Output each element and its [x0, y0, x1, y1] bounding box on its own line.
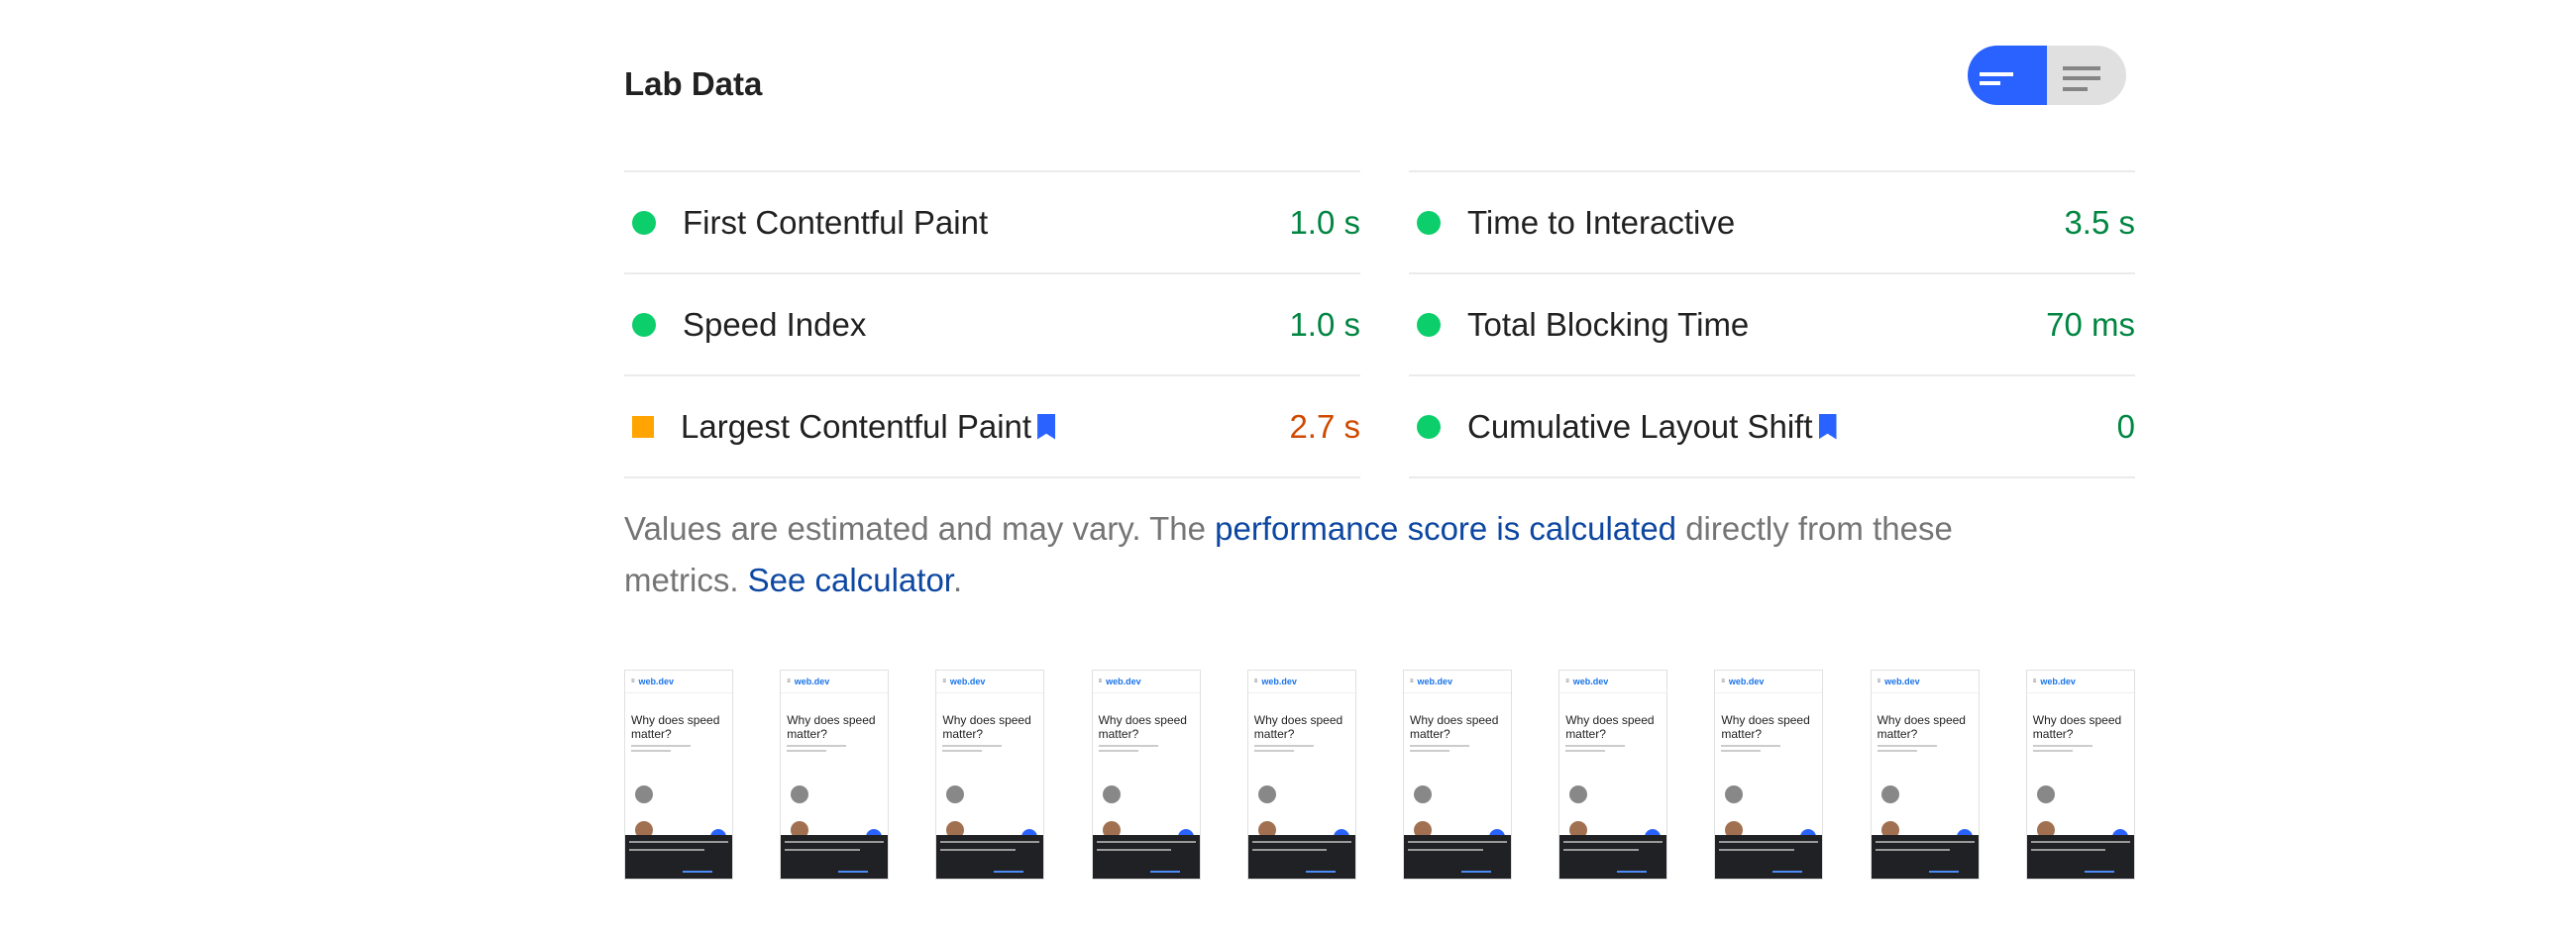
metric-value: 1.0 s [1289, 203, 1360, 241]
metric-name: Total Blocking Time [1467, 306, 2046, 344]
metric-row: Time to Interactive 3.5 s [1409, 170, 2135, 272]
filmstrip-frame: ≡ web.dev Why does speed matter? [1714, 670, 1824, 880]
average-square-icon [632, 415, 654, 438]
note-text: Values are estimated and may vary. The [624, 510, 1216, 547]
performance-score-link[interactable]: performance score is calculated [1215, 510, 1676, 547]
thumb-logo: web.dev [638, 677, 675, 686]
bookmark-icon[interactable] [1818, 413, 1837, 440]
thumb-heading: Why does speed matter? [631, 713, 720, 741]
metric-label: First Contentful Paint [683, 203, 989, 241]
cookie-banner [781, 835, 889, 879]
pass-circle-icon [632, 312, 656, 337]
avatar [1569, 785, 1588, 803]
thumb-logo: web.dev [949, 677, 986, 686]
section-title: Lab Data [624, 65, 763, 102]
cookie-banner [1092, 835, 1200, 879]
thumb-logo: web.dev [794, 677, 830, 686]
metric-row: Speed Index 1.0 s [624, 272, 1360, 374]
cookie-banner [1559, 835, 1667, 879]
metric-name: Time to Interactive [1467, 204, 2064, 242]
filmstrip-frame: ≡ web.dev Why does speed matter? [1246, 670, 1356, 880]
thumb-logo: web.dev [1884, 677, 1920, 686]
pass-circle-icon [632, 210, 656, 235]
metric-label: Largest Contentful Paint [681, 407, 1032, 445]
filmstrip-frame: ≡ web.dev Why does speed matter? [1558, 670, 1668, 880]
avatar [1414, 785, 1432, 803]
avatar [1880, 785, 1899, 803]
filmstrip-frame: ≡ web.dev Why does speed matter? [1403, 670, 1512, 880]
metric-row: First Contentful Paint 1.0 s [624, 170, 1360, 272]
note-text: . [952, 562, 963, 598]
metric-name: Speed Index [683, 306, 1289, 344]
thumb-logo: web.dev [1572, 677, 1609, 686]
metric-value: 1.0 s [1289, 305, 1360, 343]
thumb-heading: Why does speed matter? [942, 713, 1031, 741]
filmstrip-frame: ≡ web.dev Why does speed matter? [624, 670, 733, 880]
metric-row: Largest Contentful Paint 2.7 s [624, 374, 1360, 478]
metrics-note: Values are estimated and may vary. The p… [624, 503, 2031, 606]
thumb-heading: Why does speed matter? [1565, 713, 1655, 741]
pass-circle-icon [1417, 210, 1441, 235]
cookie-banner [1247, 835, 1355, 879]
metric-row: Total Blocking Time 70 ms [1409, 272, 2135, 374]
metric-label: Time to Interactive [1467, 203, 1736, 241]
metric-value: 70 ms [2046, 305, 2135, 343]
cookie-banner [1404, 835, 1511, 879]
thumb-heading: Why does speed matter? [1253, 713, 1343, 741]
thumb-logo: web.dev [1728, 677, 1765, 686]
filmstrip-frame: ≡ web.dev Why does speed matter? [780, 670, 890, 880]
metric-value: 2.7 s [1289, 407, 1360, 445]
thumb-logo: web.dev [1106, 677, 1141, 686]
metrics-column-right: Time to Interactive 3.5 s Total Blocking T… [1409, 170, 2135, 478]
pass-circle-icon [1417, 312, 1441, 337]
bookmark-icon[interactable] [1037, 413, 1056, 440]
detail-view-button[interactable] [2047, 46, 2126, 105]
metric-value: 3.5 s [2064, 203, 2135, 241]
filmstrip-frame: ≡ web.dev Why does speed matter? [1870, 670, 1980, 880]
view-toggle[interactable] [1968, 46, 2126, 105]
filmstrip-frame: ≡ web.dev Why does speed matter? [935, 670, 1045, 880]
summary-view-button[interactable] [1968, 46, 2047, 105]
thumb-logo: web.dev [2040, 677, 2076, 686]
cookie-banner [625, 835, 732, 879]
cookie-banner [2026, 835, 2134, 879]
see-calculator-link[interactable]: See calculator [748, 562, 953, 598]
metric-label: Speed Index [683, 305, 867, 343]
avatar [1725, 785, 1744, 803]
metric-label: Total Blocking Time [1467, 305, 1750, 343]
pass-circle-icon [1417, 414, 1441, 439]
thumb-logo: web.dev [1417, 677, 1453, 686]
metric-value: 0 [2116, 407, 2135, 445]
metric-row: Cumulative Layout Shift 0 [1409, 374, 2135, 478]
thumb-heading: Why does speed matter? [2032, 713, 2122, 741]
cookie-banner [936, 835, 1044, 879]
metric-name: Cumulative Layout Shift [1467, 408, 2117, 446]
avatar [635, 785, 653, 803]
thumb-heading: Why does speed matter? [1410, 713, 1499, 741]
metric-label: Cumulative Layout Shift [1467, 407, 1813, 445]
filmstrip-frame: ≡ web.dev Why does speed matter? [2025, 670, 2135, 880]
metric-name: Largest Contentful Paint [681, 408, 1289, 446]
metric-name: First Contentful Paint [683, 204, 1289, 242]
avatar [946, 785, 965, 803]
avatar [1102, 785, 1121, 803]
filmstrip-frame: ≡ web.dev Why does speed matter? [1091, 670, 1201, 880]
thumb-heading: Why does speed matter? [787, 713, 876, 741]
thumb-logo: web.dev [1261, 677, 1297, 686]
avatar [1257, 785, 1276, 803]
cookie-banner [1871, 835, 1979, 879]
cookie-banner [1715, 835, 1823, 879]
avatar [791, 785, 809, 803]
thumb-heading: Why does speed matter? [1098, 713, 1187, 741]
avatar [2036, 785, 2055, 803]
metrics-column-left: First Contentful Paint 1.0 s Speed Index 1.… [624, 170, 1360, 478]
thumb-heading: Why does speed matter? [1721, 713, 1810, 741]
thumb-heading: Why does speed matter? [1877, 713, 1966, 741]
